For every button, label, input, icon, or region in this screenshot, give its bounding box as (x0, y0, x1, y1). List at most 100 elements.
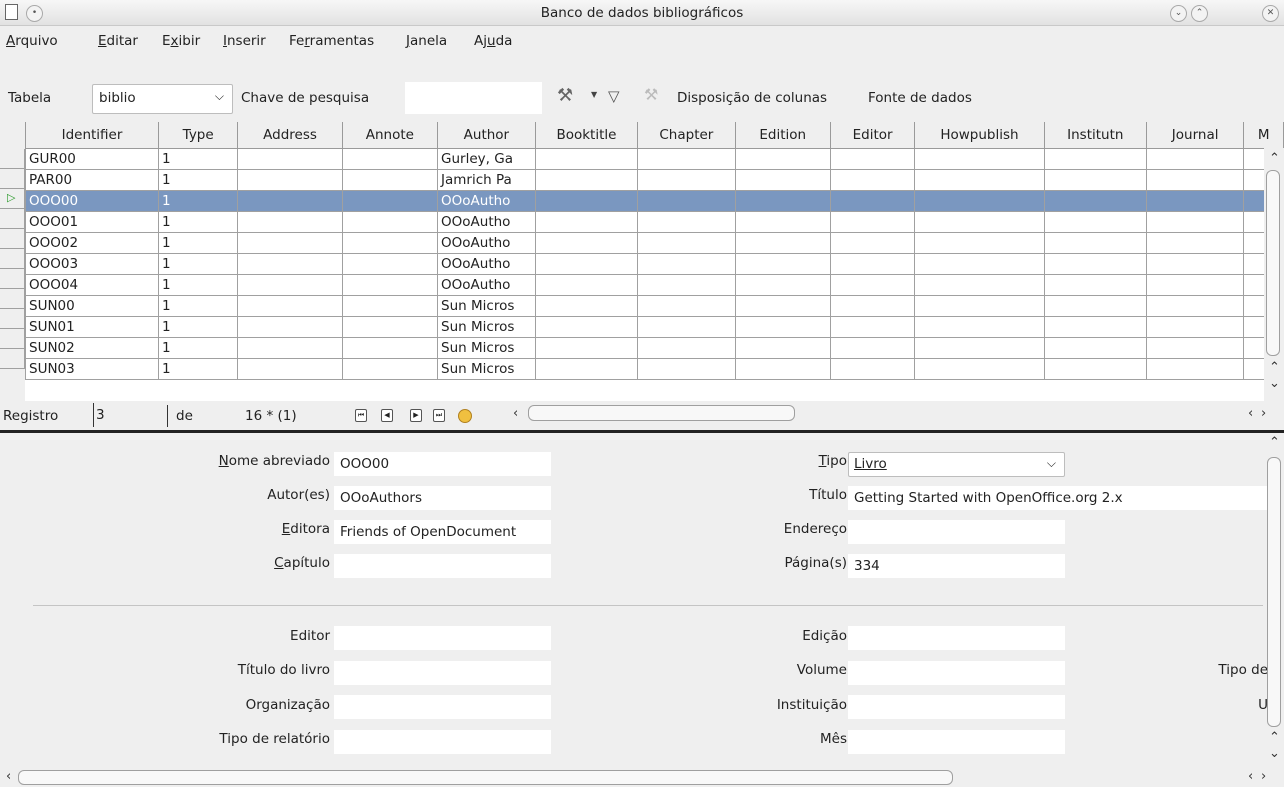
table-cell[interactable] (914, 337, 1045, 359)
column-header[interactable]: Type (158, 122, 239, 149)
table-cell[interactable]: OOoAutho (437, 253, 536, 275)
table-select[interactable]: biblio ⌵ (92, 84, 233, 114)
table-cell[interactable] (1145, 190, 1245, 212)
table-cell[interactable] (534, 190, 639, 212)
scroll-right-icon[interactable]: › (1261, 406, 1266, 421)
table-cell[interactable] (637, 211, 736, 233)
table-cell[interactable] (829, 169, 916, 191)
dropdown-arrow-icon[interactable]: ▼ (591, 90, 597, 99)
data-grid[interactable]: Identifier Type Address Annote Author Booktit… (25, 122, 1284, 401)
column-header[interactable]: Editor (829, 122, 916, 149)
organization-field[interactable] (334, 695, 551, 719)
table-cell[interactable] (914, 316, 1045, 338)
table-cell[interactable]: SUN03 (25, 358, 160, 380)
scroll-down-icon[interactable]: ⌄ (1269, 746, 1280, 761)
column-header[interactable]: Institutn (1043, 122, 1147, 149)
table-cell[interactable] (829, 358, 916, 380)
table-cell[interactable] (237, 148, 343, 170)
table-cell[interactable] (1145, 316, 1245, 338)
menu-exibir[interactable]: Exibir (162, 33, 200, 49)
last-record-icon[interactable]: ⏭ (433, 409, 445, 422)
table-cell[interactable] (1145, 253, 1245, 275)
filter-icon[interactable]: ▽ (608, 87, 620, 105)
table-cell[interactable] (1043, 232, 1147, 254)
authors-field[interactable]: OOoAuthors (334, 486, 551, 510)
table-cell[interactable] (637, 148, 736, 170)
table-cell[interactable] (1145, 295, 1245, 317)
form-horizontal-scroll-thumb[interactable] (18, 770, 953, 785)
table-cell[interactable] (341, 337, 439, 359)
previous-record-icon[interactable]: ◀ (381, 409, 393, 422)
table-cell[interactable] (734, 253, 831, 275)
table-cell[interactable] (734, 190, 831, 212)
scroll-up-icon[interactable]: ⌃ (1269, 435, 1280, 450)
scroll-left-icon[interactable]: ‹ (1248, 769, 1253, 784)
table-cell[interactable] (914, 295, 1045, 317)
form-horizontal-scrollbar[interactable]: ‹ ‹ › (0, 768, 1284, 787)
column-header[interactable]: Edition (734, 122, 831, 149)
table-cell[interactable] (534, 316, 639, 338)
table-cell[interactable] (914, 211, 1045, 233)
table-cell[interactable]: 1 (158, 274, 239, 296)
row-header[interactable] (0, 289, 25, 309)
table-cell[interactable]: SUN00 (25, 295, 160, 317)
table-row[interactable]: SUN00 1 Sun Micros (25, 295, 1284, 317)
table-cell[interactable] (534, 337, 639, 359)
table-cell[interactable]: OOoAutho (437, 274, 536, 296)
table-cell[interactable]: PAR00 (25, 169, 160, 191)
row-header[interactable] (0, 169, 25, 189)
table-cell[interactable] (1145, 274, 1245, 296)
row-header[interactable] (0, 229, 25, 249)
table-cell[interactable] (1043, 211, 1147, 233)
table-cell[interactable] (637, 295, 736, 317)
column-header[interactable]: Journal (1145, 122, 1245, 149)
table-cell[interactable]: 1 (158, 253, 239, 275)
editor-field[interactable] (334, 626, 551, 650)
table-cell[interactable]: Sun Micros (437, 295, 536, 317)
table-cell[interactable] (1145, 232, 1245, 254)
column-header[interactable]: M (1243, 122, 1284, 149)
table-cell[interactable] (341, 232, 439, 254)
row-header[interactable] (0, 269, 25, 289)
table-cell[interactable] (1043, 274, 1147, 296)
column-header[interactable]: Howpublish (914, 122, 1045, 149)
scroll-left-icon[interactable]: ‹ (6, 769, 11, 784)
table-cell[interactable]: 1 (158, 295, 239, 317)
short-name-field[interactable]: OOO00 (334, 452, 551, 476)
table-cell[interactable] (734, 358, 831, 380)
table-cell[interactable]: OOoAutho (437, 232, 536, 254)
table-cell[interactable]: Jamrich Pa (437, 169, 536, 191)
table-row[interactable]: OOO00 1 OOoAutho (25, 190, 1284, 212)
table-cell[interactable] (1043, 148, 1147, 170)
table-cell[interactable] (829, 232, 916, 254)
month-field[interactable] (848, 730, 1065, 754)
table-cell[interactable] (734, 169, 831, 191)
table-cell[interactable] (637, 316, 736, 338)
remove-filter-icon[interactable]: ⚒ (644, 85, 658, 104)
table-cell[interactable] (1043, 337, 1147, 359)
table-cell[interactable] (637, 232, 736, 254)
row-header[interactable]: ▷ (0, 189, 25, 209)
table-row[interactable]: GUR00 1 Gurley, Ga (25, 148, 1284, 170)
table-cell[interactable] (734, 148, 831, 170)
volume-field[interactable] (848, 661, 1065, 685)
grid-vertical-scrollbar[interactable]: ⌃ ⌃ ⌄ (1264, 148, 1284, 401)
table-cell[interactable]: Sun Micros (437, 358, 536, 380)
table-cell[interactable] (914, 232, 1045, 254)
table-row[interactable]: SUN01 1 Sun Micros (25, 316, 1284, 338)
table-cell[interactable] (637, 169, 736, 191)
type-select[interactable]: Livro ⌵ (848, 452, 1065, 477)
table-cell[interactable] (829, 295, 916, 317)
table-cell[interactable] (534, 274, 639, 296)
table-cell[interactable]: 1 (158, 337, 239, 359)
table-cell[interactable] (341, 148, 439, 170)
grid-horizontal-scroll-thumb[interactable] (528, 405, 795, 421)
table-cell[interactable] (829, 190, 916, 212)
scroll-right-icon[interactable]: › (1261, 769, 1266, 784)
table-cell[interactable]: 1 (158, 232, 239, 254)
table-cell[interactable]: OOO00 (25, 190, 160, 212)
table-cell[interactable] (341, 358, 439, 380)
table-cell[interactable] (734, 337, 831, 359)
form-vertical-scrollbar[interactable]: ⌃ ⌃ ⌄ (1264, 433, 1284, 768)
table-cell[interactable] (534, 148, 639, 170)
